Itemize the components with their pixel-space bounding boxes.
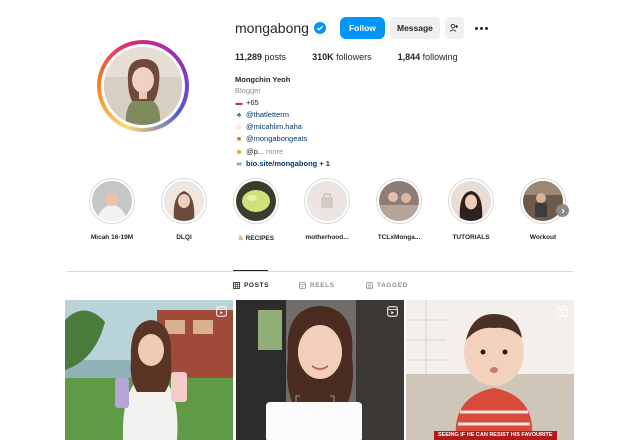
post-caption-overlay: SEEING IF HE CAN RESIST HIS FAVOURITE xyxy=(434,431,557,440)
highlight-item[interactable]: Micah 16-19M xyxy=(77,178,147,241)
chevron-right-icon xyxy=(561,208,565,213)
baby-icon: ☺ xyxy=(235,124,243,132)
profile-stats: 11,289 posts 310K followers 1,844 follow… xyxy=(235,52,484,62)
bio-line-mention: ■ @mongabongeats xyxy=(235,133,330,145)
clover-icon: ♣ xyxy=(236,111,242,119)
follow-button[interactable]: Follow xyxy=(339,17,385,39)
post-image xyxy=(65,300,233,440)
post-thumbnail[interactable] xyxy=(236,300,404,440)
bio-line-mention: ♣ @thatletterm xyxy=(235,109,330,121)
add-person-icon xyxy=(450,23,459,32)
tagged-icon xyxy=(366,282,373,289)
profile-header-row: mongabong Follow Message xyxy=(235,16,489,40)
bio-full-name: Mongchin Yeoh xyxy=(235,75,291,84)
message-button[interactable]: Message xyxy=(389,17,440,39)
flag-icon: ▬ xyxy=(235,99,243,107)
bio-line-phone: ▬ +65 xyxy=(235,97,330,109)
highlight-item[interactable]: ♨ RECIPES xyxy=(221,178,291,242)
highlight-label: TUTORIALS xyxy=(452,234,490,241)
reel-icon xyxy=(387,306,398,317)
highlight-item[interactable]: DLQI xyxy=(149,178,219,241)
profile-bio: Mongchin Yeoh Blogger ▬ +65 ♣ @thatletterm… xyxy=(235,74,330,170)
profile-avatar[interactable] xyxy=(101,44,185,128)
stat-following[interactable]: 1,844 following xyxy=(398,52,458,62)
more-options-icon[interactable] xyxy=(474,26,489,30)
post-image xyxy=(236,300,404,440)
reels-icon xyxy=(299,282,306,289)
post-thumbnail[interactable]: SEEING IF HE CAN RESIST HIS FAVOURITE xyxy=(406,300,574,440)
highlight-item[interactable]: motherhood... xyxy=(292,178,362,241)
bio-more-link[interactable]: more xyxy=(266,147,283,156)
food-icon: ■ xyxy=(236,136,242,144)
highlight-cover xyxy=(89,178,135,224)
tab-tagged[interactable]: TAGGED xyxy=(366,282,408,289)
reel-icon xyxy=(557,306,568,317)
highlight-cover xyxy=(304,178,350,224)
stat-followers[interactable]: 310K followers xyxy=(312,52,372,62)
highlight-label: TCLxMonga... xyxy=(377,234,421,241)
highlight-cover xyxy=(448,178,494,224)
stat-posts: 11,289 posts xyxy=(235,52,287,62)
active-tab-indicator xyxy=(233,270,268,271)
highlight-label: DLQI xyxy=(176,234,192,241)
tab-posts[interactable]: POSTS xyxy=(233,282,269,289)
highlights-next-button[interactable] xyxy=(556,204,569,217)
link-icon: ∞ xyxy=(236,161,242,169)
highlight-item[interactable]: TCLxMonga... xyxy=(364,178,434,241)
story-highlights: Micah 16-19M DLQI ♨ RECIPES motherhood..… xyxy=(0,178,640,248)
mention-link-thatletterm[interactable]: @thatletterm xyxy=(246,110,289,119)
mention-link-micahlim[interactable]: @micahlim.haha xyxy=(246,122,302,131)
tab-reels[interactable]: REELS xyxy=(299,282,335,289)
mention-link-mongabongeats[interactable]: @mongabongeats xyxy=(246,134,307,143)
highlight-label: ♨ RECIPES xyxy=(237,235,275,242)
highlight-item[interactable]: TUTORIALS xyxy=(436,178,506,241)
profile-avatar-ring[interactable] xyxy=(97,40,189,132)
highlight-cover xyxy=(233,178,279,224)
tabs-divider xyxy=(67,271,573,272)
post-image xyxy=(406,300,574,440)
reel-icon xyxy=(216,306,227,317)
profile-tabs: POSTS REELS TAGGED xyxy=(0,282,640,294)
highlight-cover xyxy=(161,178,207,224)
highlight-cover xyxy=(376,178,422,224)
face-icon: ☻ xyxy=(235,148,243,156)
highlight-label: Micah 16-19M xyxy=(90,234,134,241)
suggested-users-button[interactable] xyxy=(444,17,464,39)
recipes-emoji-icon: ♨ xyxy=(237,235,244,242)
highlight-label: Workout xyxy=(529,234,557,241)
bio-line-mention: ☺ @micahlim.haha xyxy=(235,121,330,133)
post-thumbnail[interactable] xyxy=(65,300,233,440)
bio-line-mention: ☻ @p... more xyxy=(235,146,330,158)
bio-website-link[interactable]: bio.site/mongabong + 1 xyxy=(246,159,330,168)
bio-line-website: ∞ bio.site/mongabong + 1 xyxy=(235,158,330,170)
verified-badge-icon xyxy=(313,22,326,34)
highlight-cover xyxy=(520,178,566,224)
grid-icon xyxy=(233,282,240,289)
bio-category: Blogger xyxy=(235,86,261,96)
profile-username: mongabong xyxy=(235,20,309,36)
highlight-label: motherhood... xyxy=(305,234,349,241)
